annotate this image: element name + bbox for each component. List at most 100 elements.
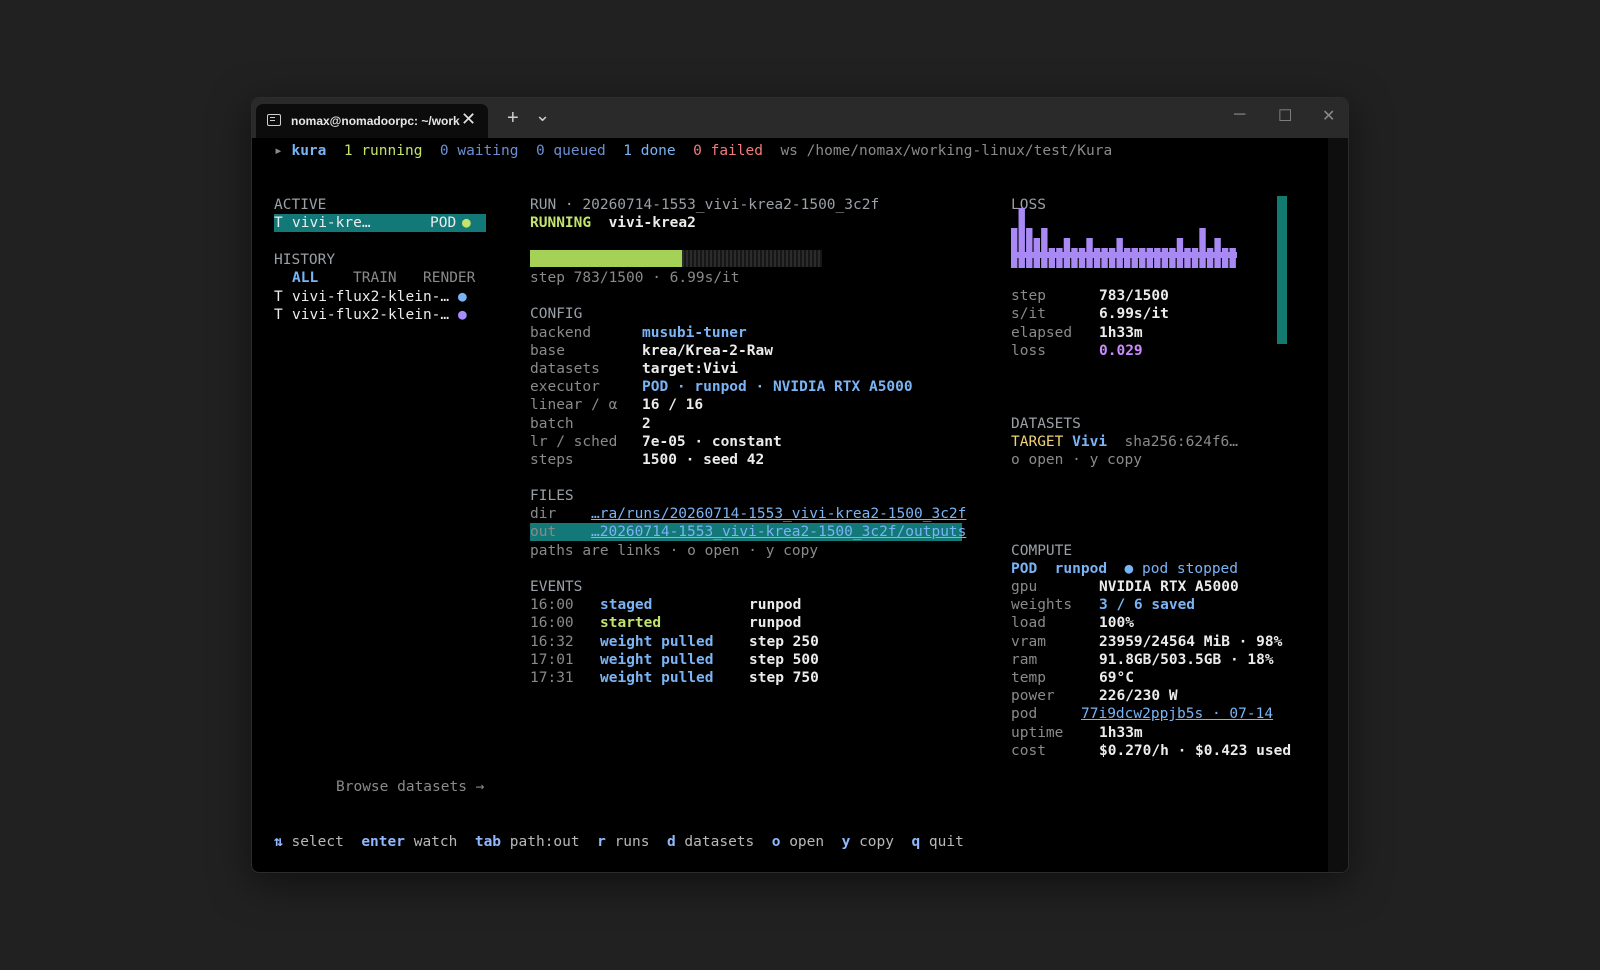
event-name: started	[600, 615, 662, 631]
key-label: path:out	[509, 834, 580, 850]
event-name: weight pulled	[600, 634, 714, 650]
active-run-type: T	[274, 215, 283, 231]
keybinding-bar: ⇅ select enter watch tab path:out r runs…	[274, 833, 964, 852]
close-button[interactable]: ✕	[1322, 106, 1335, 126]
waiting-count: 0 waiting	[439, 143, 519, 159]
compute-value: 91.8GB/503.5GB · 18%	[1099, 652, 1274, 668]
pod-id-link[interactable]: 77i9dcw2ppjb5s · 07-14	[1081, 705, 1273, 724]
key-label: runs	[614, 834, 650, 850]
compute-value: $0.270/h · $0.423 used	[1099, 743, 1292, 759]
out-label: out	[530, 524, 557, 540]
history-item-status-dot: ●	[458, 307, 467, 323]
history-item-name[interactable]: vivi-flux2-klein-…	[292, 288, 449, 307]
history-item-status-dot: ●	[458, 289, 467, 305]
prompt-arrow-icon: ▸	[274, 143, 283, 159]
config-key: steps	[530, 452, 574, 468]
event-detail: step 750	[749, 670, 819, 686]
event-detail: step 250	[749, 634, 819, 650]
history-filter-train[interactable]: TRAIN	[353, 269, 397, 288]
config-key: backend	[530, 325, 592, 341]
dataset-name[interactable]: Vivi	[1072, 434, 1107, 450]
run-state: RUNNING	[530, 215, 592, 231]
key-q[interactable]: q	[911, 834, 920, 850]
workspace-label: ws	[780, 143, 798, 159]
loss-baseline	[1011, 252, 1237, 258]
stat-key: loss	[1011, 343, 1046, 359]
compute-value: 23959/24564 MiB · 98%	[1099, 634, 1283, 650]
terminal-tab[interactable]: nomax@nomadoorpc: ~/work ✕	[256, 104, 488, 138]
files-heading: FILES	[530, 488, 574, 504]
config-key: executor	[530, 379, 600, 395]
new-tab-button[interactable]: +	[507, 107, 519, 130]
key-tab[interactable]: tab	[475, 834, 501, 850]
key-d[interactable]: d	[667, 834, 676, 850]
terminal-window: nomax@nomadoorpc: ~/work ✕ + ⌄ ─ ☐ ✕ ▸ k…	[251, 97, 1349, 873]
events-heading: EVENTS	[530, 579, 583, 595]
compute-value: 100%	[1099, 615, 1134, 631]
dir-path-link[interactable]: …ra/runs/20260714-1553_vivi-krea2-1500_3…	[591, 505, 966, 524]
key-o[interactable]: o	[772, 834, 781, 850]
key-label: watch	[413, 834, 458, 850]
run-header: RUN · 20260714-1553_vivi-krea2-1500_3c2f	[530, 197, 880, 213]
tab-close-button[interactable]: ✕	[461, 109, 476, 130]
config-value: 16 / 16	[642, 397, 704, 413]
config-key: lr / sched	[530, 434, 618, 450]
run-name: vivi-krea2	[608, 215, 696, 231]
compute-value: 1h33m	[1099, 725, 1143, 741]
compute-key: power	[1011, 688, 1055, 704]
terminal-content: ▸ kura 1 running 0 waiting 0 queued 1 do…	[252, 138, 1328, 872]
failed-count: 0 failed	[693, 143, 763, 159]
files-hint: paths are links · o open · y copy	[530, 543, 819, 559]
done-count: 1 done	[623, 143, 676, 159]
dataset-hash: sha256:624f6…	[1124, 434, 1239, 450]
workspace-path: /home/nomax/working-linux/test/Kura	[806, 143, 1113, 159]
progress-fill	[530, 250, 683, 267]
key-r[interactable]: r	[597, 834, 606, 850]
event-time: 16:00	[530, 597, 574, 613]
compute-key: uptime	[1011, 725, 1064, 741]
config-heading: CONFIG	[530, 306, 583, 322]
title-bar: nomax@nomadoorpc: ~/work ✕ + ⌄ ─ ☐ ✕	[252, 98, 1348, 138]
dataset-role: TARGET	[1011, 434, 1064, 450]
loss-bar	[1018, 208, 1025, 268]
minimize-button[interactable]: ─	[1234, 106, 1245, 124]
config-key: linear / α	[530, 397, 618, 413]
event-name: weight pulled	[600, 670, 714, 686]
browse-datasets-link[interactable]: Browse datasets →	[336, 778, 484, 797]
history-filter-all[interactable]: ALL	[292, 269, 318, 288]
queued-count: 0 queued	[535, 143, 606, 159]
config-value: 1500 · seed 42	[642, 452, 765, 468]
loss-panel-scroll-thumb[interactable]	[1277, 196, 1287, 344]
compute-value: 69°C	[1099, 670, 1134, 686]
key-y[interactable]: y	[842, 834, 851, 850]
compute-heading: COMPUTE	[1011, 543, 1073, 559]
compute-key: gpu	[1011, 579, 1038, 595]
config-key: base	[530, 343, 565, 359]
compute-value: 226/230 W	[1099, 688, 1178, 704]
active-run-status-dot: ●	[462, 215, 471, 231]
key-enter[interactable]: enter	[361, 834, 405, 850]
terminal-icon	[267, 114, 281, 126]
compute-value: NVIDIA RTX A5000	[1099, 579, 1239, 595]
compute-key: ram	[1011, 652, 1038, 668]
compute-provider: runpod	[1054, 561, 1108, 577]
terminal-scrollbar[interactable]	[1328, 138, 1348, 872]
key-label: open	[789, 834, 825, 850]
history-item-name[interactable]: vivi-flux2-klein-…	[292, 306, 449, 325]
history-filter-render[interactable]: RENDER	[423, 269, 475, 288]
tab-dropdown-button[interactable]: ⌄	[535, 105, 550, 126]
stat-key: elapsed	[1011, 325, 1073, 341]
progress-bar	[530, 250, 822, 267]
status-bar: ▸ kura 1 running 0 waiting 0 queued 1 do…	[274, 142, 1112, 161]
key-select[interactable]: ⇅	[274, 834, 283, 850]
maximize-button[interactable]: ☐	[1278, 106, 1292, 126]
active-heading: ACTIVE	[274, 197, 327, 213]
stat-key: step	[1011, 288, 1046, 304]
history-item-type: T	[274, 289, 283, 305]
event-name: weight pulled	[600, 652, 714, 668]
config-value: krea/Krea-2-Raw	[642, 343, 773, 359]
out-path-link[interactable]: …20260714-1553_vivi-krea2-1500_3c2f/outp…	[591, 523, 966, 542]
key-label: copy	[859, 834, 894, 850]
stat-key: s/it	[1011, 306, 1046, 322]
compute-key: weights	[1011, 597, 1073, 613]
